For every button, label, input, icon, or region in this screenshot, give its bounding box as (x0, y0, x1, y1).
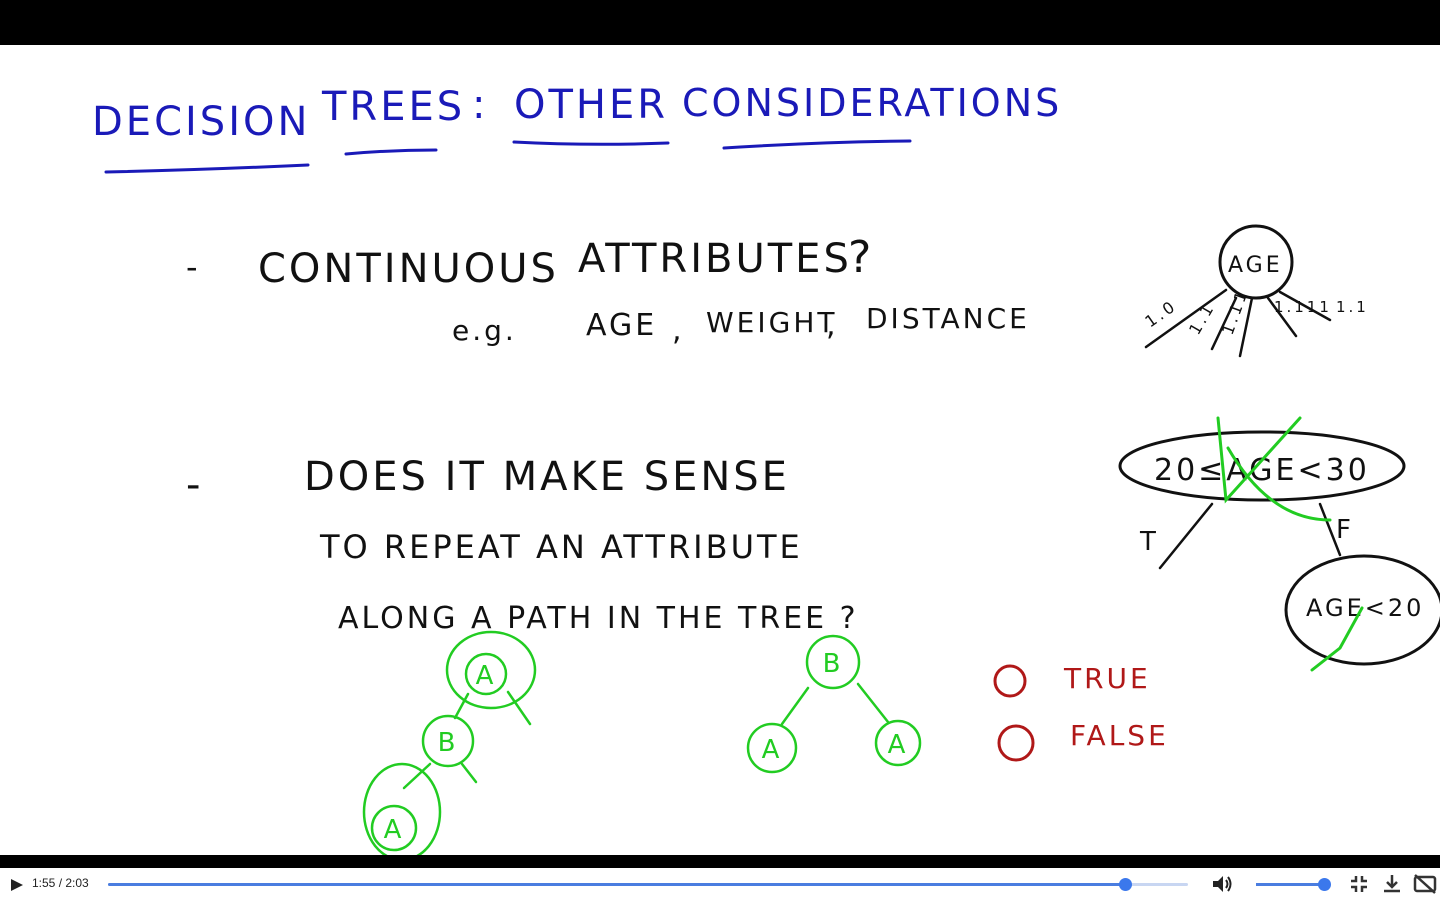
mute-button[interactable] (1210, 873, 1234, 895)
video-bottom-letterbox (0, 855, 1440, 868)
false-option-circle[interactable] (997, 724, 1035, 762)
title-word-decision: DECISION (92, 99, 310, 145)
volume-slider[interactable] (1256, 878, 1332, 891)
age-node-label: AGE (1228, 253, 1283, 278)
whiteboard-drawing: DECISION TREES : OTHER CONSIDERATIONS - … (92, 81, 1440, 855)
volume-thumb[interactable] (1318, 878, 1332, 891)
tree1-node-a-top: A (476, 661, 497, 691)
range-true-label: T (1139, 527, 1159, 557)
volume-icon (1213, 876, 1232, 892)
video-controls: 1:55 / 2:03 (0, 868, 1440, 900)
bullet1-question: ? (848, 232, 874, 283)
bullet1-age: AGE (586, 308, 657, 343)
example-tree-1: A B A (362, 630, 537, 855)
exit-fullscreen-icon (1351, 876, 1367, 892)
tree2-node-a-left: A (762, 735, 783, 765)
age-branch-label-5: 1.1 (1336, 298, 1369, 316)
video-top-letterbox (0, 0, 1440, 45)
sub-node-label: AGE<20 (1306, 594, 1424, 622)
video-frame[interactable]: DECISION TREES : OTHER CONSIDERATIONS - … (0, 45, 1440, 855)
exit-fullscreen-button[interactable] (1348, 873, 1370, 895)
age-branch-label-4: 1.111 (1274, 298, 1332, 316)
tree1-node-a-bottom: A (384, 815, 405, 845)
age-split-tree: AGE 1.0 1.1 1.11 1.111 1.1 (1141, 224, 1369, 358)
false-option-label: FALSE (1070, 719, 1169, 752)
bullet2-line2: TO REPEAT AN ATTRIBUTE (319, 528, 803, 566)
captions-button[interactable] (1413, 873, 1437, 895)
download-button[interactable] (1381, 873, 1403, 895)
bullet2-line3: ALONG A PATH IN THE TREE ? (338, 601, 859, 636)
bullet2-dash: - (186, 462, 203, 508)
seek-bar-played (108, 883, 1126, 886)
title-word-considerations: CONSIDERATIONS (682, 81, 1062, 125)
bullet1-eg: e.g. (452, 314, 517, 347)
bullet1-distance: DISTANCE (866, 302, 1030, 335)
bullet1-comma-2: , (826, 308, 839, 343)
title-word-other: OTHER (514, 82, 668, 128)
example-tree-2: B A A (746, 634, 922, 774)
true-option-circle[interactable] (993, 664, 1027, 698)
age-branch-label-2: 1.1 (1185, 299, 1219, 338)
bullet1-comma-1: , (672, 313, 685, 348)
bullet1-dash: - (186, 248, 201, 286)
tree2-node-b: B (823, 649, 844, 679)
time-display: 1:55 / 2:03 (32, 876, 89, 890)
bullet1-weight: WEIGHT (706, 306, 838, 339)
title-colon: : (472, 82, 488, 128)
range-false-label: F (1336, 515, 1354, 545)
download-icon (1384, 875, 1400, 893)
bullet1-continuous: CONTINUOUS (258, 246, 559, 292)
seek-bar[interactable] (108, 878, 1188, 891)
play-icon (11, 879, 23, 891)
volume-level (1256, 883, 1325, 886)
bullet1-attributes: ATTRIBUTES (578, 236, 852, 282)
range-split-tree: 20≤AGE<30 T F AGE<20 (1118, 416, 1440, 672)
true-option-label: TRUE (1063, 662, 1151, 695)
seek-bar-thumb[interactable] (1119, 878, 1133, 891)
play-button[interactable] (6, 876, 26, 894)
captions-off-icon (1413, 874, 1437, 894)
title-word-trees: TREES (321, 84, 465, 130)
title-underlines (104, 139, 912, 174)
tree1-node-b: B (438, 728, 459, 758)
tree2-node-a-right: A (888, 730, 909, 760)
bullet2-line1: DOES IT MAKE SENSE (304, 454, 790, 500)
quiz-options: TRUE FALSE (993, 662, 1169, 762)
age-branch-label-3: 1.11 (1218, 286, 1252, 337)
